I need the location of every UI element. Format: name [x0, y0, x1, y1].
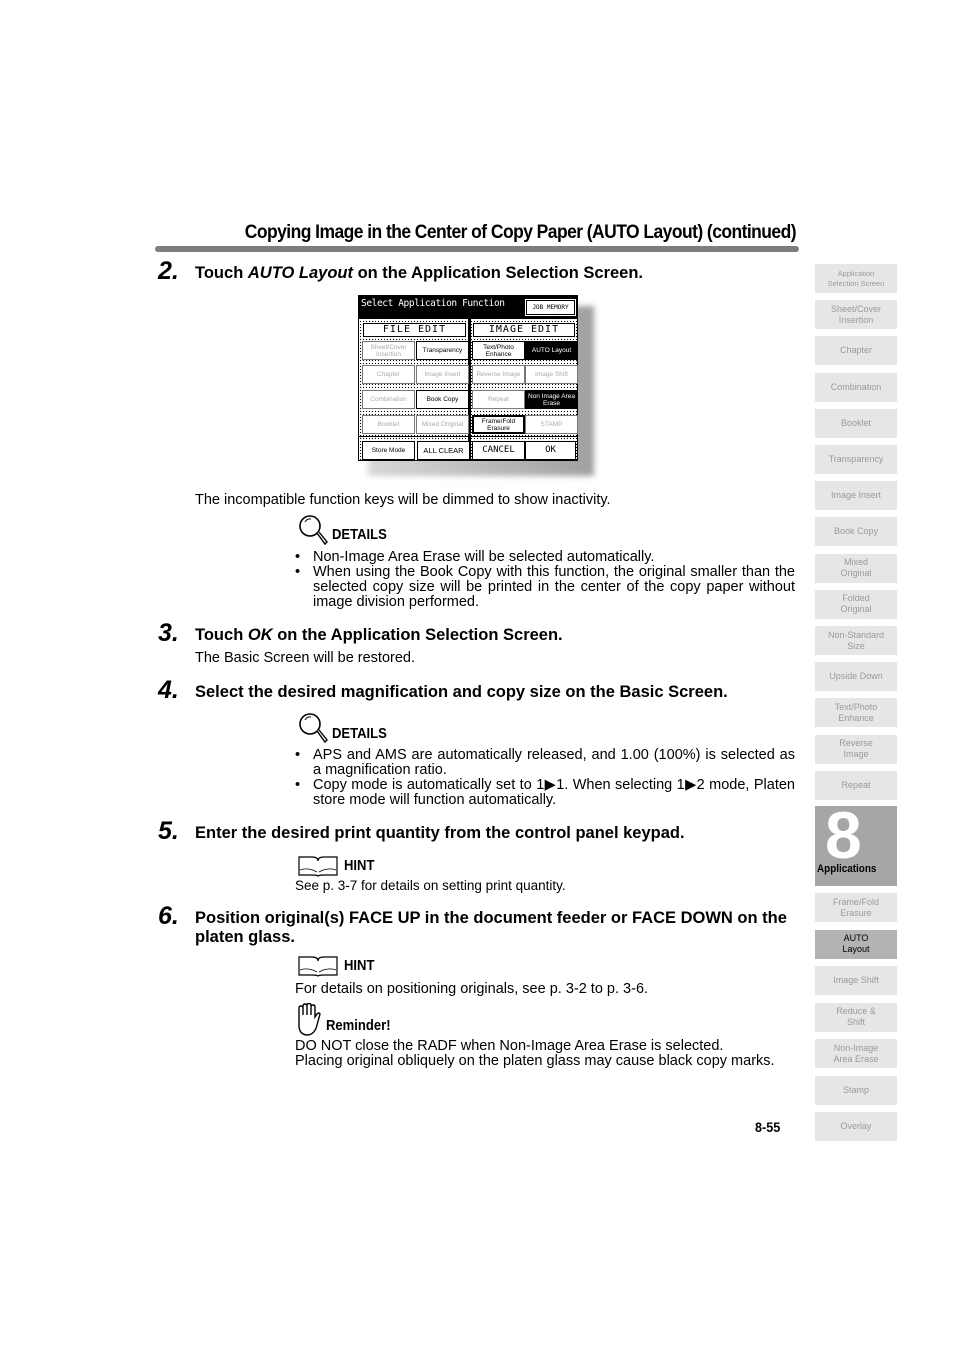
- step-3-heading: Touch OK on the Application Selection Sc…: [195, 626, 563, 644]
- sidebar-tab-mixed-original[interactable]: Mixed Original: [815, 553, 897, 583]
- details-bullet: • Non-Image Area Erase will be selected a…: [295, 549, 655, 565]
- function-key-sheet-cover-insertion[interactable]: Sheet/Cover Insertion: [362, 341, 415, 360]
- hand-icon: [297, 1002, 321, 1042]
- hint-text-1: See p. 3-7 for details on setting print …: [295, 878, 566, 893]
- sidebar-tab-chapter[interactable]: Chapter: [815, 336, 897, 366]
- sidebar-tab-frame-fold-erasure[interactable]: Frame/Fold Erasure: [815, 893, 897, 922]
- step-3-after-text: The Basic Screen will be restored.: [195, 650, 416, 666]
- function-key-repeat[interactable]: Repeat: [472, 390, 525, 409]
- sidebar-tab-upside-down[interactable]: Upside Down: [815, 662, 897, 692]
- step-6-number: 6.: [158, 902, 179, 930]
- sidebar-tab-auto-layout[interactable]: AUTO Layout: [815, 929, 897, 959]
- reminder-line-1: DO NOT close the RADF when Non-Image Are…: [295, 1038, 724, 1054]
- sidebar-tab-book-copy[interactable]: Book Copy: [815, 517, 897, 547]
- chapter-label: Applications: [817, 863, 877, 875]
- step-5-number: 5.: [158, 817, 179, 845]
- sidebar-tab-folded-original[interactable]: Folded Original: [815, 589, 897, 619]
- function-key-booklet[interactable]: Booklet: [362, 415, 415, 434]
- sidebar-tab-image-insert[interactable]: Image Insert: [815, 481, 897, 511]
- application-selection-screen: Select Application Function JOB MEMORY F…: [358, 295, 578, 461]
- function-key-book-copy[interactable]: Book Copy: [416, 390, 469, 409]
- screen-title: Select Application Function: [361, 298, 505, 309]
- screen-bottom-divider: [359, 436, 577, 437]
- details-bullet: • When using the Book Copy with this func…: [295, 564, 795, 610]
- sidebar-tab-repeat[interactable]: Repeat: [815, 770, 897, 800]
- sidebar-tab-image-shift[interactable]: Image Shift: [815, 966, 897, 995]
- function-key-image-insert[interactable]: Image Insert: [416, 365, 469, 384]
- details-list-2: • APS and AMS are automatically released,…: [295, 748, 795, 808]
- step-2-heading-em: AUTO Layout: [247, 264, 353, 282]
- step-4-number: 4.: [158, 676, 179, 704]
- sidebar-tab-non-standard-size[interactable]: Non-Standard Size: [815, 626, 897, 655]
- title-divider: [155, 246, 799, 252]
- step-2-number: 2.: [158, 257, 179, 285]
- sidebar-tab-non-image-area-erase[interactable]: Non-Image Area Erase: [815, 1039, 897, 1068]
- step-5-heading: Enter the desired print quantity from th…: [195, 824, 685, 842]
- file-edit-header: FILE EDIT: [363, 323, 466, 337]
- screen-header: Select Application Function JOB MEMORY: [359, 296, 577, 319]
- sidebar-tab-combination[interactable]: Combination: [815, 372, 897, 402]
- sidebar-tab-overlay[interactable]: Overlay: [815, 1112, 897, 1141]
- sidebar-tab-reverse-image[interactable]: Reverse Image: [815, 734, 897, 764]
- sidebar-tab-stamp[interactable]: Stamp: [815, 1075, 897, 1105]
- details-bullet: • APS and AMS are automatically released,…: [295, 747, 795, 778]
- function-key-chapter[interactable]: Chapter: [362, 365, 415, 384]
- store-mode-button[interactable]: Store Mode: [362, 441, 415, 460]
- sidebar-tab-reduce-shift[interactable]: Reduce & Shift: [815, 1002, 897, 1032]
- sidebar-tab-text-photo-enhance[interactable]: Text/Photo Enhance: [815, 698, 897, 728]
- function-key-frame-fold-erasure[interactable]: Frame/Fold Erasure: [472, 415, 525, 434]
- sidebar-tab-transparency[interactable]: Transparency: [815, 445, 897, 474]
- reminder-line-2: Placing original obliquely on the platen…: [295, 1053, 775, 1069]
- page-number: 8-55: [755, 1119, 781, 1135]
- function-key-reverse-image[interactable]: Reverse Image: [472, 365, 525, 384]
- function-key-non-image-area-erase[interactable]: Non Image Area Erase: [525, 390, 578, 409]
- job-memory-button[interactable]: JOB MEMORY: [524, 298, 577, 317]
- step-2-heading: Touch AUTO Layout on the Application Sel…: [195, 264, 800, 283]
- all-clear-button[interactable]: ALL CLEAR: [417, 441, 470, 460]
- hint-label-1: HINT: [344, 858, 375, 874]
- image-edit-header: IMAGE EDIT: [473, 323, 575, 337]
- sidebar-tab-booklet[interactable]: Booklet: [815, 408, 897, 438]
- details-label-1: DETAILS: [332, 527, 387, 543]
- sidebar-tab-application-selection-screen[interactable]: Application Selection Screen: [815, 264, 897, 293]
- open-book-icon: [298, 955, 338, 982]
- function-key-mixed-original[interactable]: Mixed Original: [416, 415, 469, 434]
- function-key-text-photo-enhance[interactable]: Text/Photo Enhance: [472, 341, 525, 360]
- chapter-tab[interactable]: 8 Applications: [815, 800, 897, 886]
- step-6-heading: Position original(s) FACE UP in the docu…: [195, 909, 787, 946]
- magnifier-icon: [297, 712, 329, 749]
- details-list-1: • Non-Image Area Erase will be selected a…: [295, 550, 795, 610]
- hint-label-2: HINT: [344, 958, 375, 974]
- page-title: Copying Image in the Center of Copy Pape…: [244, 222, 797, 243]
- function-key-image-shift[interactable]: Image Shift: [525, 365, 578, 384]
- screen-panel: Select Application Function JOB MEMORY F…: [358, 295, 578, 461]
- step-2-heading-pre: Touch: [195, 264, 248, 282]
- magnifier-icon: [297, 514, 329, 551]
- step-2-after-text: The incompatible function keys will be d…: [195, 492, 611, 508]
- sidebar-tab-sheet-cover-insertion[interactable]: Sheet/Cover Insertion: [815, 300, 897, 330]
- function-key-stamp[interactable]: STAMP: [525, 415, 578, 434]
- function-key-auto-layout[interactable]: AUTO Layout: [525, 341, 578, 360]
- step-4-heading: Select the desired magnification and cop…: [195, 683, 728, 701]
- step-3-number: 3.: [158, 619, 179, 647]
- step-2-heading-post: on the Application Selection Screen.: [352, 264, 644, 282]
- details-bullet: • Copy mode is automatically set to 1▶1. …: [295, 777, 795, 808]
- cancel-button[interactable]: CANCEL: [472, 441, 525, 460]
- ok-button[interactable]: OK: [525, 441, 576, 460]
- hint-text-2: For details on positioning originals, se…: [295, 981, 649, 997]
- function-key-combination[interactable]: Combination: [362, 390, 415, 409]
- chapter-number: 8: [825, 798, 862, 872]
- details-label-2: DETAILS: [332, 726, 387, 742]
- function-key-transparency[interactable]: Transparency: [416, 341, 469, 360]
- reminder-label: Reminder!: [326, 1018, 391, 1034]
